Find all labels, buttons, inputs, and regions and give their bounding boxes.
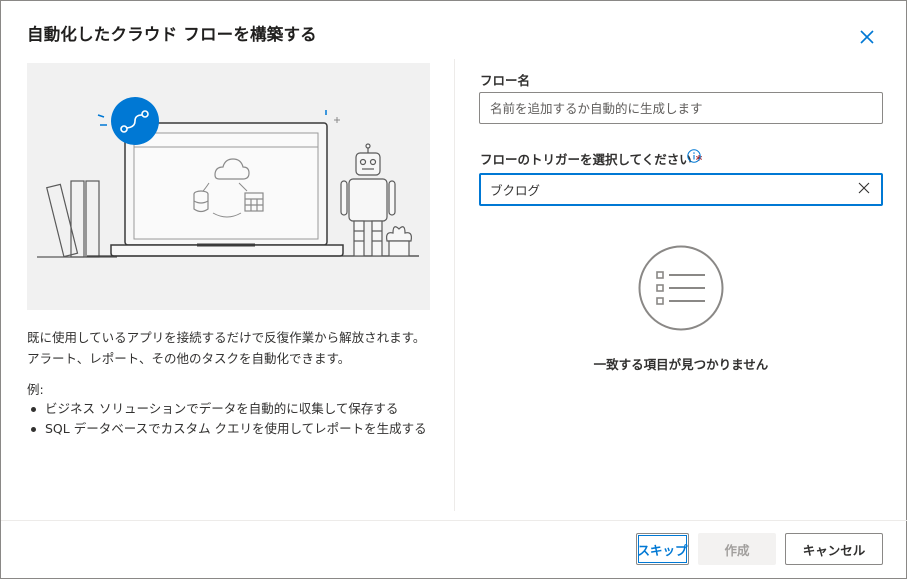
list-icon [638, 245, 724, 331]
close-icon[interactable] [855, 25, 879, 49]
create-flow-dialog: 自動化したクラウド フローを構築する 既に使用しているアプリを接続するだけで反復… [0, 0, 907, 579]
examples-label: 例: [27, 382, 44, 397]
vertical-divider [454, 59, 455, 511]
plant-illustration [386, 226, 412, 257]
trigger-label: フローのトリガーを選択してください * [480, 149, 702, 168]
illustration [27, 63, 430, 310]
example-item: ビジネス ソリューションでデータを自動的に収集して保存する [31, 399, 427, 419]
create-button[interactable]: 作成 [698, 533, 776, 565]
flow-name-label: フロー名 [480, 73, 531, 88]
trigger-search-input[interactable] [479, 173, 883, 206]
example-item: SQL データベースでカスタム クエリを使用してレポートを生成する [31, 419, 427, 439]
flow-icon [97, 97, 159, 145]
description-text: 既に使用しているアプリを接続するだけで反復作業から解放されます。アラート、レポー… [27, 330, 426, 366]
examples-list: ビジネス ソリューションでデータを自動的に収集して保存する SQL データベース… [31, 399, 427, 439]
database-icon [193, 190, 209, 213]
flow-name-input[interactable] [479, 92, 883, 124]
trigger-label-text: フローのトリガーを選択してください [480, 152, 692, 167]
skip-button[interactable]: スキップ [636, 533, 689, 565]
dialog-title: 自動化したクラウド フローを構築する [27, 25, 317, 44]
books-illustration [37, 180, 117, 258]
info-icon[interactable] [687, 149, 701, 163]
clear-icon[interactable] [857, 181, 871, 195]
cancel-button[interactable]: キャンセル [785, 533, 883, 565]
footer-divider [1, 520, 907, 521]
no-results-text: 一致する項目が見つかりません [593, 357, 769, 372]
calendar-icon [244, 192, 264, 212]
